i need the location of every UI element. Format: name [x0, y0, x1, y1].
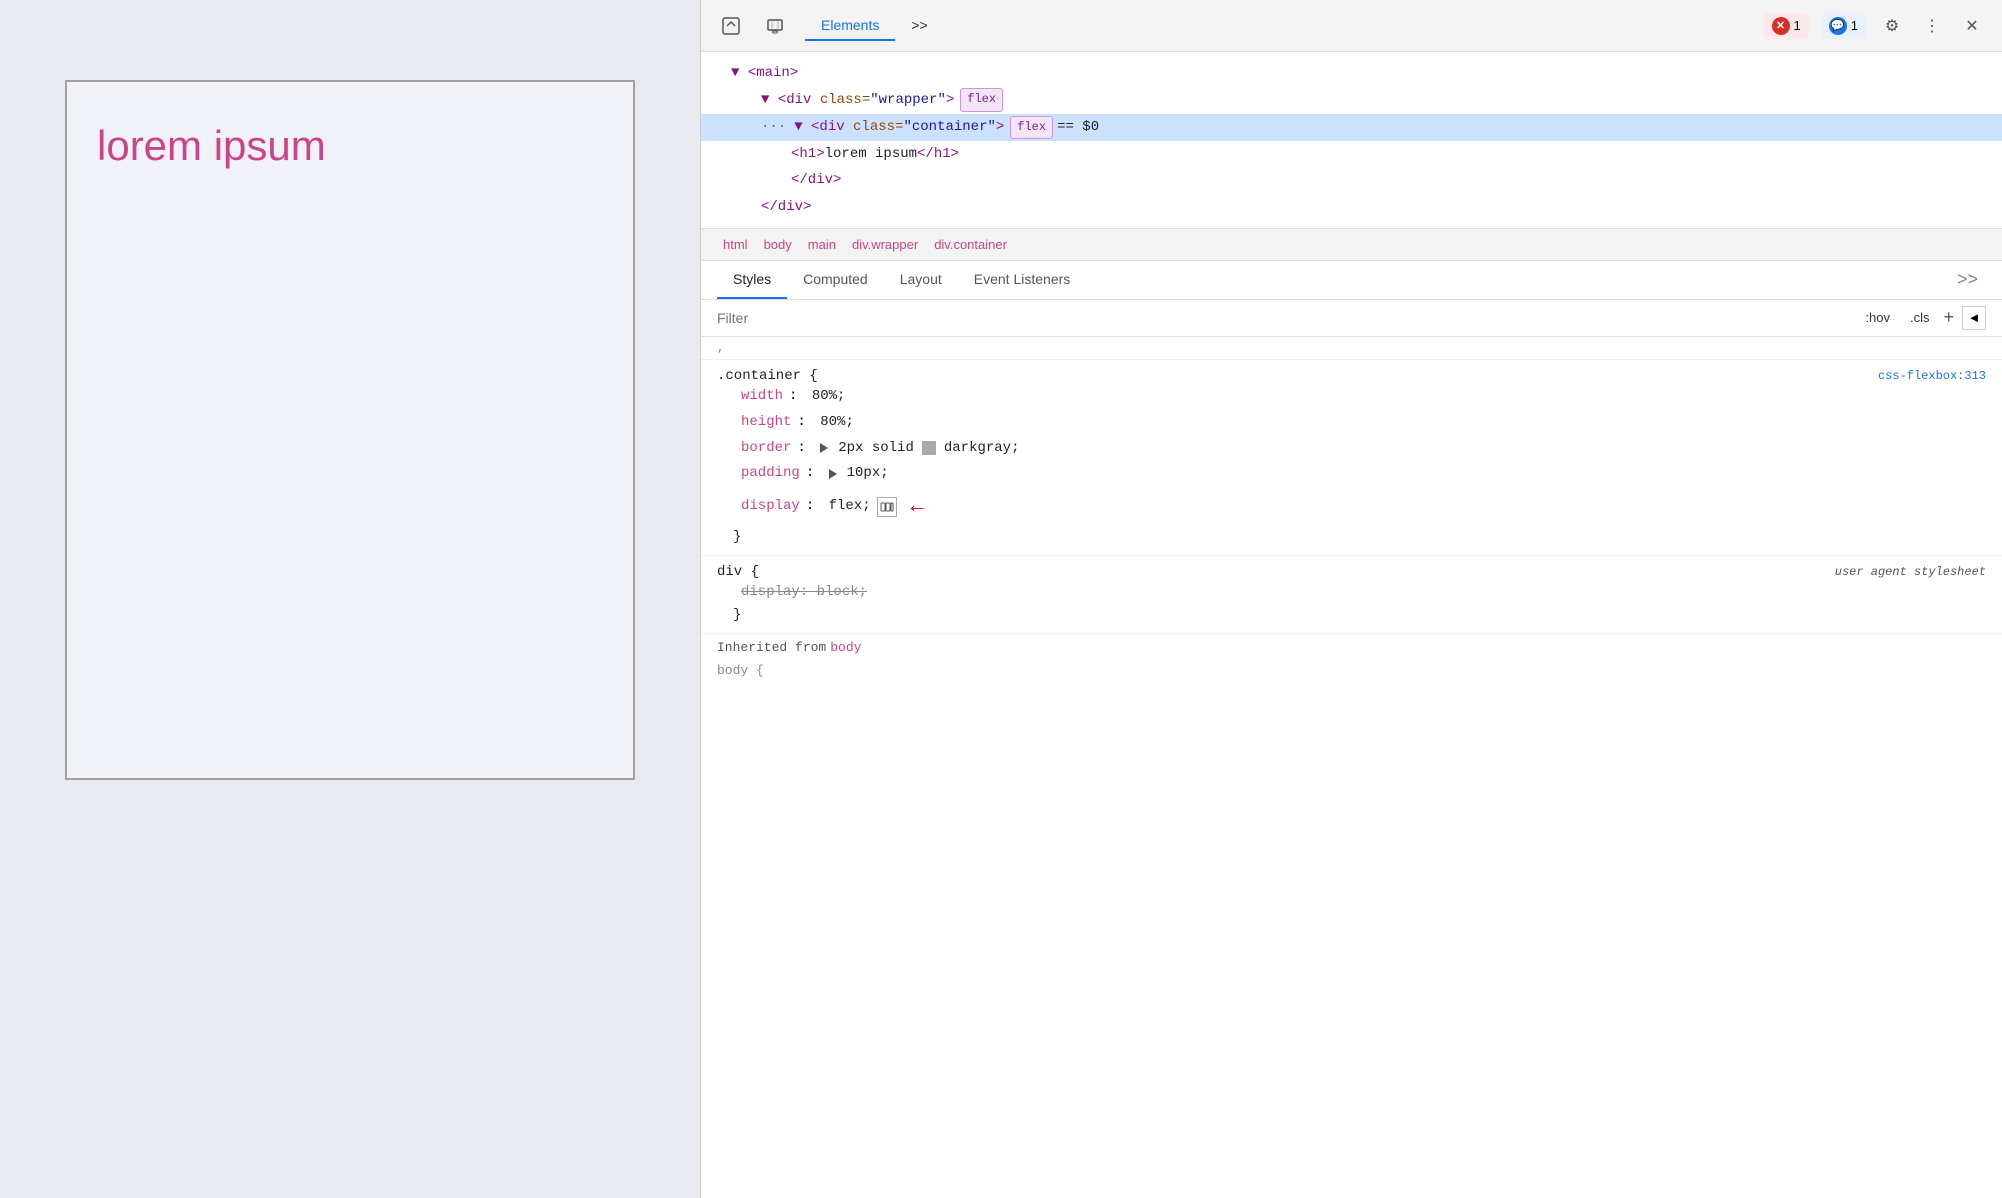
dom-line-container[interactable]: ··· ▼ <div class="container"> flex == $0 — [701, 114, 2002, 141]
more-icon[interactable]: ⋮ — [1918, 12, 1946, 40]
flex-badge-container: flex — [1010, 116, 1053, 139]
css-prop-border[interactable]: border: 2px solid darkgray; — [717, 436, 1986, 462]
add-style-button[interactable]: + — [1943, 307, 1954, 328]
inherited-from-body[interactable]: body — [830, 640, 861, 655]
css-close-brace-container: } — [717, 527, 1986, 547]
dom-line-h1[interactable]: <h1>lorem ipsum</h1> — [701, 141, 2002, 167]
message-count: 1 — [1851, 18, 1858, 33]
toolbar-tabs: Elements >> — [805, 11, 1748, 41]
dom-line-close-div2[interactable]: </div> — [701, 194, 2002, 220]
css-close-brace-div: } — [717, 605, 1986, 625]
tab-layout[interactable]: Layout — [884, 261, 958, 299]
arrow-indicator: ← — [911, 488, 924, 525]
border-triangle-icon[interactable] — [820, 443, 828, 453]
tab-more-styles[interactable]: >> — [1949, 261, 1986, 298]
filter-buttons: :hov .cls + ◄ — [1859, 306, 1986, 330]
css-prop-padding[interactable]: padding: 10px; — [717, 461, 1986, 487]
breadcrumb-div-wrapper[interactable]: div.wrapper — [846, 235, 924, 254]
settings-icon[interactable]: ⚙ — [1878, 12, 1906, 40]
dom-line-close-div[interactable]: </div> — [701, 167, 2002, 193]
page-container: lorem ipsum — [65, 80, 635, 780]
toggle-sidebar-button[interactable]: ◄ — [1962, 306, 1986, 330]
filter-bar: :hov .cls + ◄ — [701, 300, 2002, 337]
css-selector-text: .container { — [717, 368, 818, 384]
padding-triangle-icon[interactable] — [829, 469, 837, 479]
dollar-zero: == $0 — [1057, 116, 1099, 138]
partial-rule-indicator: , — [701, 337, 2002, 360]
filter-input[interactable] — [717, 310, 1847, 326]
device-toggle-icon[interactable] — [761, 12, 789, 40]
css-prop-display-ua[interactable]: display: block; — [717, 580, 1986, 606]
breadcrumb-main[interactable]: main — [802, 235, 842, 254]
css-source-ua: user agent stylesheet — [1835, 565, 1986, 579]
color-swatch-darkgray[interactable] — [922, 441, 936, 455]
hov-button[interactable]: :hov — [1859, 308, 1896, 327]
tab-elements[interactable]: Elements — [805, 11, 895, 41]
dom-line-main[interactable]: ▼ <main> — [701, 60, 2002, 86]
css-selector-div[interactable]: div { user agent stylesheet — [717, 564, 1986, 580]
partial-rule-body: body { — [701, 659, 2002, 680]
css-prop-width[interactable]: width: 80%; — [717, 384, 1986, 410]
dom-line-wrapper[interactable]: ▼ <div class="wrapper"> flex — [701, 86, 2002, 113]
tab-event-listeners[interactable]: Event Listeners — [958, 261, 1087, 299]
cls-button[interactable]: .cls — [1904, 308, 1936, 327]
flex-layout-icon[interactable] — [877, 497, 897, 517]
style-tabs: Styles Computed Layout Event Listeners >… — [701, 261, 2002, 300]
toolbar-right: ✕ 1 💬 1 ⚙ ⋮ ✕ — [1764, 12, 1986, 40]
tab-styles[interactable]: Styles — [717, 261, 787, 299]
flex-badge-wrapper: flex — [960, 88, 1003, 111]
error-icon: ✕ — [1772, 17, 1790, 35]
devtools-panel: Elements >> ✕ 1 💬 1 ⚙ ⋮ ✕ ▼ <main> ▼ <di… — [700, 0, 2002, 1198]
browser-viewport: lorem ipsum — [0, 0, 700, 1198]
breadcrumb-html[interactable]: html — [717, 235, 754, 254]
message-icon: 💬 — [1829, 17, 1847, 35]
css-selector-container[interactable]: .container { css-flexbox:313 — [717, 368, 1986, 384]
devtools-toolbar: Elements >> ✕ 1 💬 1 ⚙ ⋮ ✕ — [701, 0, 2002, 52]
inspect-icon[interactable] — [717, 12, 745, 40]
tab-computed[interactable]: Computed — [787, 261, 884, 299]
css-rule-div: div { user agent stylesheet display: blo… — [701, 556, 2002, 635]
breadcrumb: html body main div.wrapper div.container — [701, 229, 2002, 261]
breadcrumb-div-container[interactable]: div.container — [928, 235, 1013, 254]
css-prop-display[interactable]: display: flex; ← — [717, 487, 1986, 526]
close-icon[interactable]: ✕ — [1958, 12, 1986, 40]
lorem-heading: lorem ipsum — [77, 92, 346, 768]
css-rule-container: .container { css-flexbox:313 width: 80%;… — [701, 360, 2002, 556]
css-selector-div-text: div { — [717, 564, 759, 580]
tab-more[interactable]: >> — [895, 11, 943, 41]
error-count: 1 — [1794, 18, 1801, 33]
error-badge-button[interactable]: ✕ 1 — [1764, 13, 1809, 39]
inherited-from-label: Inherited from body — [701, 634, 2002, 659]
css-source-link[interactable]: css-flexbox:313 — [1878, 369, 1986, 383]
css-prop-height[interactable]: height: 80%; — [717, 410, 1986, 436]
message-badge-button[interactable]: 💬 1 — [1821, 13, 1866, 39]
dom-tree: ▼ <main> ▼ <div class="wrapper"> flex ··… — [701, 52, 2002, 229]
styles-panel: , .container { css-flexbox:313 width: 80… — [701, 337, 2002, 1198]
dots-icon: ··· — [761, 116, 786, 138]
breadcrumb-body[interactable]: body — [758, 235, 798, 254]
